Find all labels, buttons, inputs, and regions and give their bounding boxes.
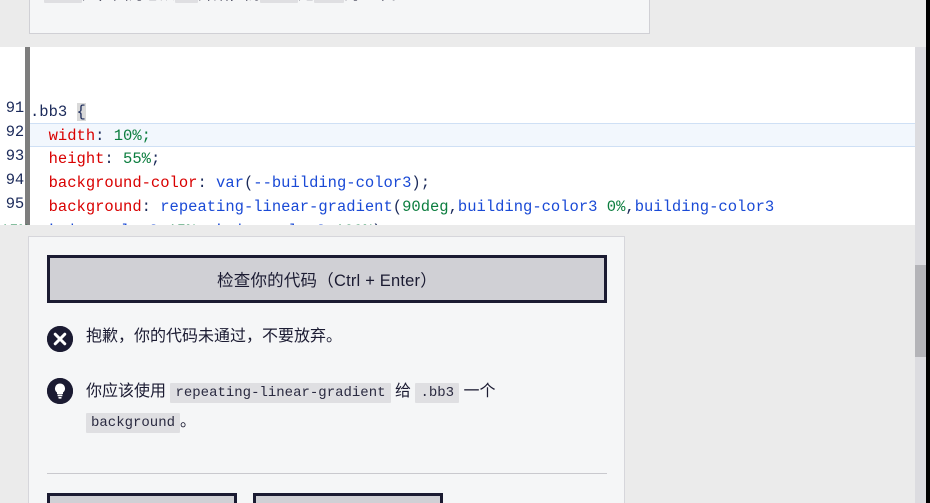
hint-mid-2: 一个 — [463, 383, 496, 400]
code-line-95[interactable]: background: repeating-linear-gradient(90… — [30, 195, 917, 219]
hint-code-gradient: repeating-linear-gradient — [170, 383, 391, 403]
check-code-button[interactable]: 检查你的代码（Ctrl + Enter） — [47, 255, 607, 303]
panel-button-secondary[interactable] — [253, 493, 443, 503]
instruction-panel: 7.5%处，因为它从0%开始，而7.5%是15%的一半。 — [29, 0, 650, 34]
code-editor[interactable]: 91 92 93 94 95 96 .bb3 { width: 10%; hei… — [0, 47, 917, 225]
inline-code-percent-1: 7.5% — [44, 0, 83, 3]
test-result-row: 抱歉，你的代码未通过，不要放弃。 — [47, 325, 607, 352]
code-line-91[interactable]: .bb3 { — [30, 100, 917, 124]
hint-suffix: 。 — [180, 412, 197, 430]
line-number: 91 — [5, 99, 24, 117]
test-hint-message: 你应该使用 repeating-linear-gradient 给 .bb3 一… — [86, 377, 592, 437]
line-number: 92 — [5, 123, 24, 141]
hint-mid-1: 给 — [394, 383, 411, 400]
hint-code-selector: .bb3 — [415, 383, 460, 403]
panel-button-primary[interactable] — [47, 493, 237, 503]
code-area[interactable]: .bb3 { width: 10%; height: 55%; backgrou… — [0, 47, 917, 225]
code-line-92[interactable]: width: 10%; — [30, 123, 917, 147]
instruction-text: 7.5%处，因为它从0%开始，而7.5%是15%的一半。 — [44, 0, 406, 7]
inline-code-percent-3: 7.5% — [260, 0, 299, 3]
line-number: 93 — [5, 147, 24, 165]
instruction-text-mid: 开始，而 — [198, 0, 260, 3]
lightbulb-icon — [47, 378, 73, 404]
test-hint-row: 你应该使用 repeating-linear-gradient 给 .bb3 一… — [47, 377, 592, 437]
app-root: 7.5%处，因为它从0%开始，而7.5%是15%的一半。 91 92 93 94… — [0, 0, 930, 503]
instruction-text-after: 的一半。 — [344, 0, 406, 3]
panel-divider — [47, 473, 607, 474]
hint-code-background: background — [86, 412, 181, 433]
hint-prefix: 你应该使用 — [86, 383, 167, 400]
code-line-94[interactable]: background-color: var(--building-color3)… — [30, 171, 917, 195]
test-feedback-panel: 检查你的代码（Ctrl + Enter） 抱歉，你的代码未通过，不要放弃。 你应… — [28, 236, 625, 503]
inline-code-percent-2: 0% — [175, 0, 199, 3]
code-line-93[interactable]: height: 55%; — [30, 147, 917, 171]
error-x-icon — [47, 326, 73, 352]
window-right-edge — [926, 0, 930, 503]
instruction-text-mid2: 是 — [298, 0, 314, 3]
line-number: 94 — [5, 171, 24, 189]
vertical-scrollbar-thumb[interactable] — [915, 265, 926, 357]
instruction-text-before: 处，因为它从 — [82, 0, 175, 3]
line-number: 95 — [5, 195, 24, 213]
code-line-95-wrap[interactable]: 15%,window-color3 15%,window-color3 100%… — [0, 219, 917, 225]
inline-code-percent-4: 15% — [313, 0, 345, 3]
test-result-message: 抱歉，你的代码未通过，不要放弃。 — [86, 328, 343, 345]
editor-gutter: 91 92 93 94 95 96 — [0, 47, 25, 225]
panel-button-row — [47, 493, 443, 503]
